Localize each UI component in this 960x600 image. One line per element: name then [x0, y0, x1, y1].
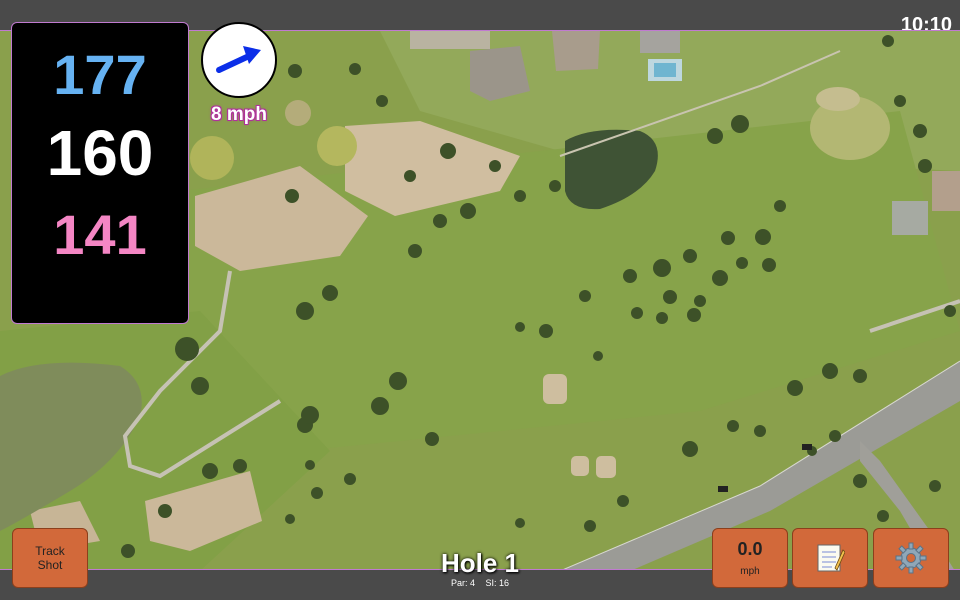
speed-button[interactable]: 0.0 mph — [712, 528, 788, 588]
track-shot-label-line2: Shot — [37, 558, 63, 572]
track-shot-label-line1: Track — [35, 544, 65, 558]
hole-title: Hole 1 — [440, 548, 520, 578]
front-distance: 141 — [53, 203, 147, 266]
wind-speed: 8 mph — [211, 104, 267, 125]
settings-button[interactable] — [873, 528, 949, 588]
notes-button[interactable] — [792, 528, 868, 588]
distance-panel: 177 160 141 — [11, 22, 189, 324]
wind-direction-arrow-icon — [216, 46, 261, 73]
center-distance: 160 — [46, 117, 154, 189]
gear-icon — [895, 542, 927, 574]
back-distance: 177 — [53, 43, 147, 106]
hole-stroke-index: SI: 16 — [485, 578, 510, 588]
track-shot-button[interactable]: Track Shot — [12, 528, 88, 588]
wind-indicator — [201, 22, 277, 98]
speed-unit: mph — [740, 566, 760, 577]
hole-par: Par: 4 — [450, 578, 475, 588]
hole-info: Hole 1 Par: 4 SI: 16 — [400, 548, 560, 588]
notepad-icon — [817, 544, 845, 572]
hole-details: Par: 4 SI: 16 — [400, 578, 560, 588]
speed-value: 0.0 — [737, 539, 763, 559]
